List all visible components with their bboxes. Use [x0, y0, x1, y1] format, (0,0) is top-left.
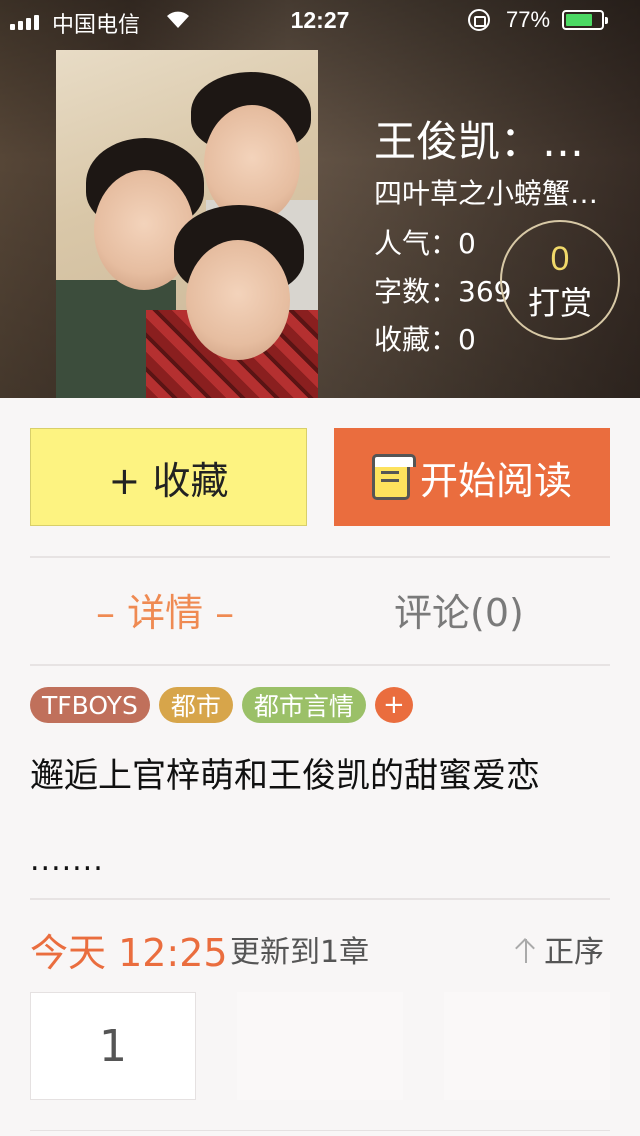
start-reading-label: 开始阅读	[419, 458, 572, 503]
arrow-up-icon	[514, 935, 538, 963]
favorites-stat: 收藏：0	[374, 323, 476, 356]
add-tag-button[interactable]: +	[374, 687, 413, 723]
divider	[30, 898, 610, 900]
add-favorite-button[interactable]: + 收藏	[30, 428, 307, 526]
tag-chip[interactable]: 都市	[158, 687, 233, 723]
tip-label: 打赏	[527, 284, 592, 322]
book-description: 邂逅上官梓萌和王俊凯的甜蜜爱恋	[30, 756, 540, 796]
divider	[30, 664, 610, 666]
divider	[30, 556, 610, 558]
start-reading-button[interactable]: 开始阅读	[334, 428, 610, 526]
expand-description[interactable]: .......	[30, 843, 104, 878]
tag-list: TFBOYS 都市 都市言情 +	[30, 687, 413, 723]
add-favorite-label: + 收藏	[108, 458, 229, 503]
word-count-stat: 字数：369	[374, 275, 512, 308]
chapter-tile	[237, 992, 403, 1100]
update-time: 今天 12:25	[30, 931, 228, 975]
book-cover-image	[56, 50, 318, 398]
tab-details[interactable]: – 详情 –	[96, 582, 234, 637]
battery-icon	[562, 10, 608, 30]
book-author[interactable]: 四叶草之小螃蟹…	[374, 172, 634, 212]
tip-button[interactable]: 0 打赏	[500, 220, 620, 340]
chapter-tile[interactable]: 1	[30, 992, 196, 1100]
tab-comments[interactable]: 评论(0)	[394, 582, 524, 637]
popularity-stat: 人气：0	[374, 227, 476, 260]
tip-count: 0	[550, 240, 570, 278]
rotation-lock-icon	[468, 9, 490, 31]
battery-percent: 77%	[506, 7, 551, 32]
book-title: 王俊凯：…	[374, 117, 585, 166]
chapter-list-bottom	[30, 1130, 610, 1136]
sort-order-button[interactable]: 正序	[514, 927, 604, 971]
tag-chip[interactable]: 都市言情	[241, 687, 366, 723]
status-bar: 中国电信 12:27 77%	[0, 0, 640, 40]
book-icon	[371, 454, 416, 500]
chapter-tile	[444, 992, 610, 1100]
update-status: 更新到1章	[230, 935, 370, 970]
sort-order-label: 正序	[544, 935, 604, 970]
tag-chip[interactable]: TFBOYS	[30, 687, 150, 723]
